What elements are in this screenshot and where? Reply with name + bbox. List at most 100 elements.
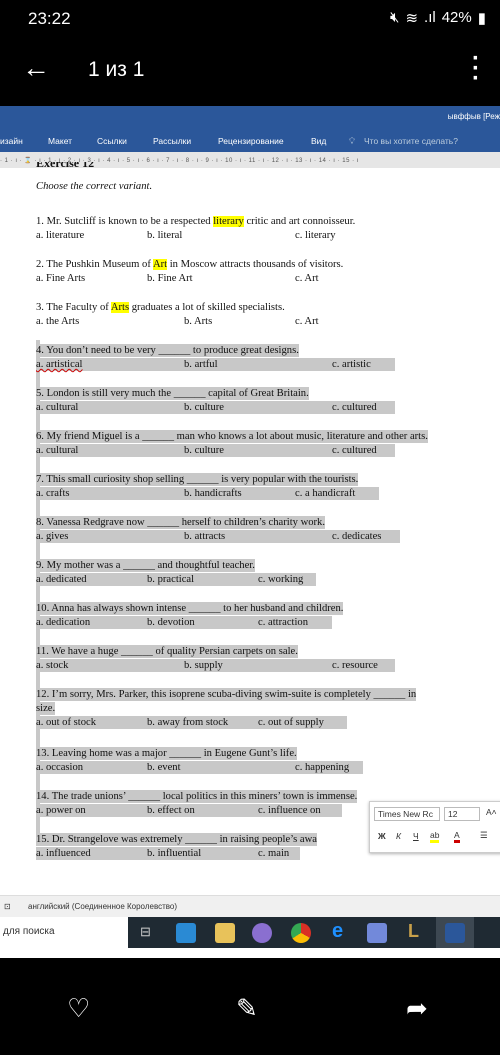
option-a[interactable]: a. artistical bbox=[36, 358, 82, 371]
option-b[interactable]: b. literal bbox=[147, 229, 182, 242]
option-b[interactable]: b. practical bbox=[147, 573, 194, 586]
tab-references[interactable]: Ссылки bbox=[97, 136, 127, 146]
option-a[interactable]: a. influenced bbox=[36, 847, 91, 860]
font-name-select[interactable]: Times New Rc bbox=[374, 807, 440, 821]
option-b[interactable]: b. devotion bbox=[147, 616, 195, 629]
option-b[interactable]: b. effect on bbox=[147, 804, 195, 817]
option-a[interactable]: a. cultural bbox=[36, 401, 78, 414]
option-b[interactable]: b. influential bbox=[147, 847, 201, 860]
tell-me-box[interactable]: Что вы хотите сделать? bbox=[364, 136, 458, 146]
tab-design[interactable]: изайн bbox=[0, 136, 23, 146]
option-a[interactable]: a. occasion bbox=[36, 761, 83, 774]
wifi-icon: ≋ bbox=[405, 10, 419, 27]
italic-button[interactable]: К bbox=[396, 831, 401, 841]
question-10: 10. Anna has always shown intense ______… bbox=[36, 602, 344, 615]
viewer-bottom-bar: ♡ ✎ ➦ bbox=[0, 985, 500, 1035]
option-c[interactable]: c. main bbox=[258, 847, 289, 860]
question-3: 3. The Faculty of Arts graduates a lot o… bbox=[36, 302, 285, 313]
tab-mailings[interactable]: Рассылки bbox=[153, 136, 191, 146]
proofing-icon[interactable]: ⊡ bbox=[4, 902, 11, 911]
option-b[interactable]: b. Fine Art bbox=[147, 272, 193, 285]
word-taskbar-button[interactable] bbox=[436, 917, 474, 948]
highlight-icon[interactable]: ab bbox=[430, 830, 440, 843]
tab-layout[interactable]: Макет bbox=[48, 136, 72, 146]
option-b[interactable]: b. artful bbox=[184, 358, 218, 371]
option-a[interactable]: a. cultural bbox=[36, 444, 78, 457]
option-b[interactable]: b. handicrafts bbox=[184, 487, 242, 500]
option-c[interactable]: c. dedicates bbox=[332, 530, 381, 543]
torrent-app-icon[interactable] bbox=[252, 923, 272, 943]
taskbar-search[interactable]: для поиска bbox=[0, 917, 128, 948]
mute-icon: 🔇︎ bbox=[390, 9, 400, 26]
bold-button[interactable]: Ж bbox=[378, 831, 386, 841]
chrome-icon[interactable] bbox=[291, 923, 311, 943]
option-c[interactable]: c. Art bbox=[295, 272, 319, 285]
battery-level: 42% bbox=[441, 9, 472, 26]
word-title-bar: ывффыв [Реж bbox=[0, 106, 500, 130]
option-a[interactable]: a. Fine Arts bbox=[36, 272, 85, 285]
option-b[interactable]: b. culture bbox=[184, 444, 224, 457]
option-a[interactable]: a. out of stock bbox=[36, 716, 96, 729]
option-c[interactable]: c. artistic bbox=[332, 358, 371, 371]
option-c[interactable]: c. working bbox=[258, 573, 303, 586]
task-view-icon[interactable]: ⊟ bbox=[140, 924, 151, 940]
underline-button[interactable]: Ч bbox=[413, 831, 419, 841]
viewer-app-bar: ← 1 из 1 · · · bbox=[0, 38, 500, 106]
edit-icon[interactable]: ✎ bbox=[236, 993, 258, 1024]
question-12: 12. I’m sorry, Mrs. Parker, this isopren… bbox=[36, 688, 417, 701]
option-c[interactable]: c. literary bbox=[295, 229, 336, 242]
option-b[interactable]: b. away from stock bbox=[147, 716, 228, 729]
question-14: 14. The trade unions’ ______ local polit… bbox=[36, 790, 358, 803]
option-a[interactable]: a. crafts bbox=[36, 487, 70, 500]
option-c[interactable]: c. happening bbox=[295, 761, 349, 774]
option-b[interactable]: b. supply bbox=[184, 659, 223, 672]
option-c[interactable]: c. attraction bbox=[258, 616, 308, 629]
option-a[interactable]: a. dedicated bbox=[36, 573, 87, 586]
battery-icon: ▮ bbox=[477, 10, 486, 27]
question-6: 6. My friend Miguel is a ______ man who … bbox=[36, 430, 428, 443]
share-icon[interactable]: ➦ bbox=[406, 993, 428, 1024]
option-c[interactable]: c. out of supply bbox=[258, 716, 324, 729]
grow-font-icon[interactable]: A˄ bbox=[486, 807, 497, 817]
file-explorer-icon[interactable] bbox=[215, 923, 235, 943]
edge-icon[interactable]: e bbox=[332, 920, 343, 943]
option-b[interactable]: b. culture bbox=[184, 401, 224, 414]
option-c[interactable]: c. influence on bbox=[258, 804, 321, 817]
question-7: 7. This small curiosity shop selling ___… bbox=[36, 473, 359, 486]
image-counter: 1 из 1 bbox=[88, 58, 145, 81]
option-c[interactable]: c. Art bbox=[295, 315, 319, 328]
more-options-icon[interactable]: · · · bbox=[472, 47, 480, 91]
option-a[interactable]: a. power on bbox=[36, 804, 86, 817]
system-icons: 🔇︎ ≋ .ıl 42% ▮ bbox=[390, 9, 486, 27]
bullets-icon[interactable]: ☰ bbox=[480, 830, 488, 841]
document-page[interactable]: Exercise 12 Choose the correct variant. … bbox=[0, 162, 500, 895]
font-size-select[interactable]: 12 bbox=[444, 807, 480, 821]
discord-icon[interactable] bbox=[367, 923, 387, 943]
option-a[interactable]: a. stock bbox=[36, 659, 68, 672]
back-arrow-icon[interactable]: ← bbox=[22, 52, 50, 84]
language-indicator[interactable]: английский (Соединенное Королевство) bbox=[28, 902, 177, 911]
option-b[interactable]: b. attracts bbox=[184, 530, 225, 543]
option-a[interactable]: a. the Arts bbox=[36, 315, 79, 328]
league-of-legends-icon[interactable]: L bbox=[408, 921, 419, 942]
font-color-icon[interactable]: A bbox=[454, 830, 460, 843]
option-c[interactable]: c. cultured bbox=[332, 444, 377, 457]
exercise-heading: Exercise 12 bbox=[36, 162, 95, 170]
mini-toolbar: Times New Rc 12 A˄ Ж К Ч ab A ☰ bbox=[369, 801, 500, 853]
tab-view[interactable]: Вид bbox=[311, 136, 326, 146]
question-5: 5. London is still very much the ______ … bbox=[36, 387, 309, 400]
question-2: 2. The Pushkin Museum of Art in Moscow a… bbox=[36, 259, 344, 270]
option-a[interactable]: a. literature bbox=[36, 229, 84, 242]
option-b[interactable]: b. Arts bbox=[184, 315, 212, 328]
mail-icon[interactable] bbox=[176, 923, 196, 943]
word-screenshot: ывффыв [Реж изайн Макет Ссылки Рассылки … bbox=[0, 106, 500, 958]
option-c[interactable]: c. a handicraft bbox=[295, 487, 355, 500]
option-b[interactable]: b. event bbox=[147, 761, 181, 774]
heart-icon[interactable]: ♡ bbox=[67, 993, 90, 1024]
option-c[interactable]: c. resource bbox=[332, 659, 378, 672]
option-a[interactable]: a. gives bbox=[36, 530, 68, 543]
option-a[interactable]: a. dedication bbox=[36, 616, 90, 629]
option-c[interactable]: c. cultured bbox=[332, 401, 377, 414]
document-title: ывффыв [Реж bbox=[447, 112, 500, 121]
tab-review[interactable]: Рецензирование bbox=[218, 136, 284, 146]
